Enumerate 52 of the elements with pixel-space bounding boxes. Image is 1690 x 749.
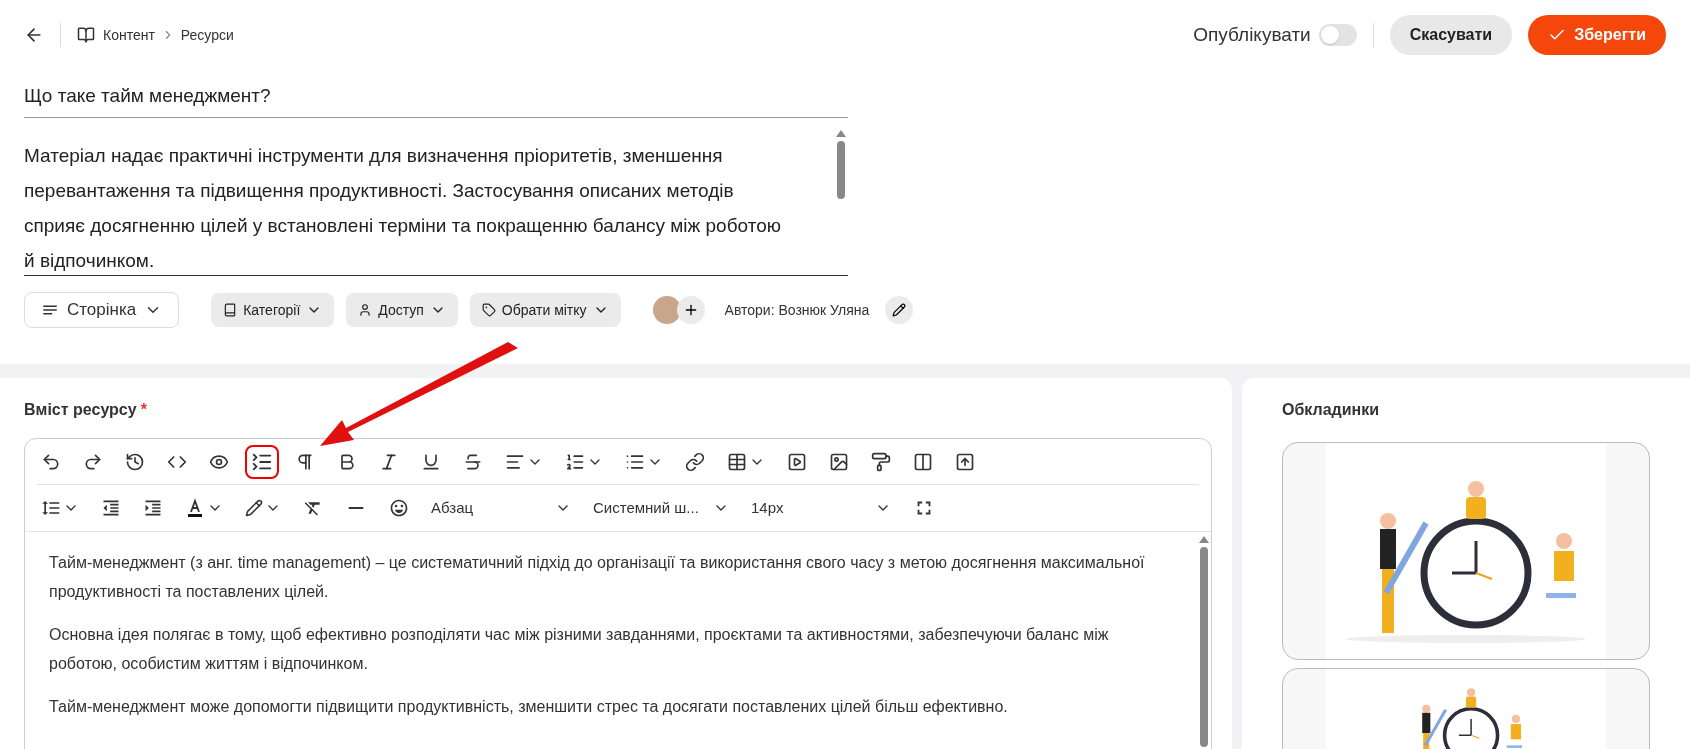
columns-icon[interactable]: [913, 451, 933, 472]
tag-icon: [481, 303, 496, 317]
italic-icon[interactable]: [379, 451, 399, 472]
publish-toggle[interactable]: [1318, 24, 1357, 46]
history-icon[interactable]: [125, 451, 145, 472]
emoji-icon[interactable]: [389, 498, 409, 518]
tag-dropdown[interactable]: Обрати мітку: [469, 293, 621, 327]
cancel-button[interactable]: Скасувати: [1389, 15, 1513, 55]
indent-icon[interactable]: [143, 498, 163, 518]
redo-icon[interactable]: [83, 451, 103, 472]
page-type-dropdown[interactable]: Сторінка: [24, 292, 180, 328]
editor-paragraph: Тайм-менеджмент (з анг. time management) – це систематичний підхід до організації та використання свого часу з метою досягнення максимальної продуктивності та поставлених цілей.: [49, 553, 1146, 602]
highlight-icon[interactable]: [245, 499, 263, 517]
block-format-select[interactable]: Абзац: [431, 496, 571, 520]
covers-title: Обкладинки: [1282, 400, 1381, 420]
line-spacing-icon[interactable]: [41, 498, 61, 518]
link-icon[interactable]: [685, 451, 705, 472]
table-icon[interactable]: [727, 451, 747, 472]
editor-paragraph: Тайм-менеджмент може допомогти підвищити продуктивність, зменшити стрес та досягати поставлених цілей більш ефективно.: [49, 697, 1009, 717]
title-field[interactable]: Що таке тайм менеджмент?: [24, 74, 848, 118]
paint-roller-icon[interactable]: [871, 451, 891, 472]
user-icon: [358, 303, 373, 317]
upload-icon[interactable]: [955, 451, 975, 472]
font-family-select[interactable]: Системний ш...: [593, 496, 729, 520]
video-icon[interactable]: [787, 451, 807, 472]
font-size-select[interactable]: 14px: [751, 496, 891, 520]
editor-label: Вміст ресурсу: [24, 400, 137, 420]
breadcrumb-link[interactable]: Контент: [103, 24, 155, 46]
add-author-button[interactable]: [676, 296, 705, 324]
text-color-icon[interactable]: [185, 498, 205, 518]
publish-label: Опублікувати: [1193, 22, 1311, 47]
save-button[interactable]: Зберегти: [1528, 15, 1666, 55]
avatar: [652, 296, 681, 324]
outdent-icon[interactable]: [101, 498, 121, 518]
description-field[interactable]: Матеріал надає практичні інструменти для визначення пріоритетів, зменшення перевантаження та підвищення продуктивності. Застосування описаних методів сприяє досягненню цілей у встановлені терміни та покращенню балансу між роботою й відпочинком.: [24, 126, 834, 275]
scroll-up-arrow-icon[interactable]: [1199, 536, 1209, 543]
breadcrumb-link[interactable]: Ресурси: [180, 24, 234, 46]
pencil-icon: [892, 303, 907, 317]
scrollbar-thumb[interactable]: [837, 141, 845, 199]
scrollbar-thumb[interactable]: [1200, 547, 1208, 747]
book-icon: [223, 303, 238, 317]
scroll-up-arrow-icon[interactable]: [836, 130, 846, 137]
access-dropdown[interactable]: Доступ: [346, 293, 458, 327]
required-mark: *: [140, 400, 147, 420]
book-icon: [77, 26, 95, 44]
cover-card[interactable]: [1282, 442, 1650, 660]
edit-authors-button[interactable]: [885, 296, 914, 324]
authors-label: Автори: Вознюк Уляна: [724, 300, 870, 320]
category-dropdown[interactable]: Категорії: [211, 293, 335, 327]
undo-icon[interactable]: [41, 451, 61, 472]
editor-paragraph: Основна ідея полягає в тому, щоб ефективно розподіляти час між різними завданнями, проєктами та активностями, забезпечуючи баланс між роботою, особистим життям і відпочинком.: [49, 625, 1110, 674]
image-icon[interactable]: [829, 451, 849, 472]
